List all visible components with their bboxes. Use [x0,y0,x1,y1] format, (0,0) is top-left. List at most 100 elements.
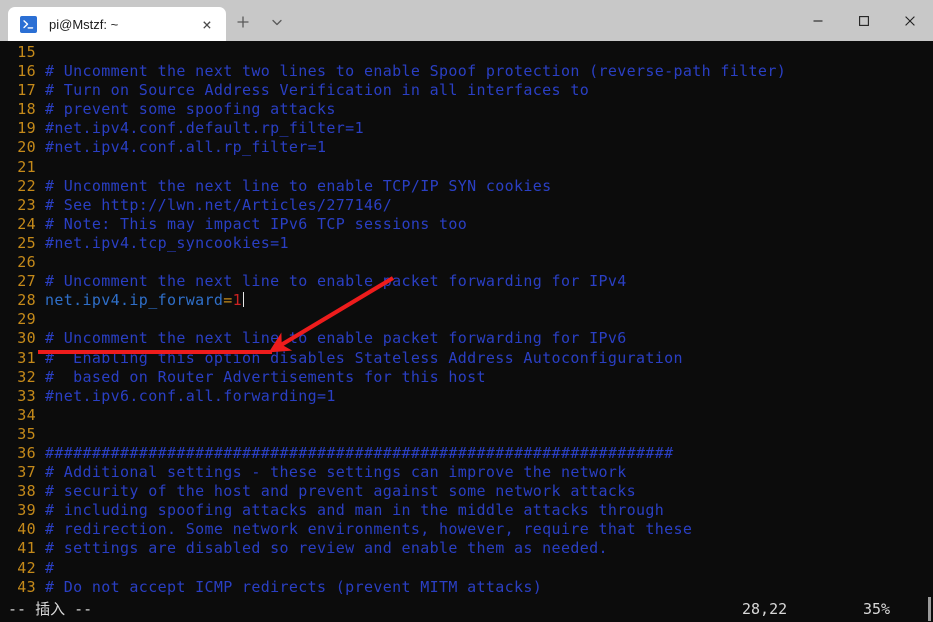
line-text: # Uncomment the next two lines to enable… [45,62,787,81]
line-number: 17 [17,81,36,100]
line-text: # Enabling this option disables Stateles… [45,348,683,367]
editor-line: 34 [0,406,933,425]
editor-line: 18 # prevent some spoofing attacks [0,100,933,119]
line-text: ########################################… [45,443,674,462]
minimize-button[interactable] [795,0,841,41]
terminal-scrollbar-thumb[interactable] [928,597,931,621]
line-number: 36 [17,443,36,462]
text-cursor [243,292,245,308]
line-number: 37 [17,463,36,482]
close-tab-icon[interactable]: × [194,11,220,37]
line-number: 22 [17,176,36,195]
editor-line: 31 # Enabling this option disables Statel… [0,349,933,368]
plus-icon [237,16,249,28]
tab-title: pi@Mstzf: ~ [49,16,119,32]
vim-mode-indicator: -- 插入 -- [8,600,93,618]
vim-status-bar: -- 插入 -- 28,22 35% [0,596,933,622]
editor-line: 24 # Note: This may impact IPv6 TCP sessi… [0,215,933,234]
line-text: #net.ipv6.conf.all.forwarding=1 [45,386,336,405]
chevron-down-icon [272,19,282,26]
editor-line: 16 # Uncomment the next two lines to enab… [0,62,933,81]
line-number: 39 [17,501,36,520]
editor-line: 30 # Uncomment the next line to enable pa… [0,329,933,348]
editor-line: 23 # See http://lwn.net/Articles/277146/ [0,196,933,215]
line-number: 29 [17,310,36,329]
line-text: # Uncomment the next line to enable TCP/… [45,176,552,195]
terminal-prompt-icon [20,15,37,33]
terminal-tab[interactable]: pi@Mstzf: ~ × [8,7,226,41]
line-number: 16 [17,62,36,81]
editor-line: 26 [0,253,933,272]
editor-line: 25 #net.ipv4.tcp_syncookies=1 [0,234,933,253]
editor-line: 37 # Additional settings - these settings… [0,463,933,482]
line-number: 26 [17,253,36,272]
line-number: 32 [17,367,36,386]
line-text: # Do not accept ICMP redirects (prevent … [45,577,543,596]
minimize-icon [813,19,823,22]
line-number: 35 [17,424,36,443]
line-text: # Uncomment the next line to enable pack… [45,272,627,291]
scroll-percent-indicator: 35% [863,600,891,618]
editor-line: 40 # redirection. Some network environmen… [0,520,933,539]
line-number: 25 [17,233,36,252]
tab-strip: pi@Mstzf: ~ × [0,0,294,41]
line-text: # Turn on Source Address Verification in… [45,81,590,100]
editor-line: 36 ######################################… [0,444,933,463]
editor-line: 41 # settings are disabled so review and … [0,539,933,558]
line-text: # including spoofing attacks and man in … [45,501,665,520]
editor-line: 29 [0,310,933,329]
line-number: 27 [17,272,36,291]
line-number: 34 [17,405,36,424]
line-text: # See http://lwn.net/Articles/277146/ [45,195,393,214]
line-text: net.ipv4.ip_forward [45,291,224,310]
line-number: 42 [17,558,36,577]
line-number: 20 [17,138,36,157]
line-text: # [45,558,55,577]
line-number: 24 [17,214,36,233]
line-text: # Additional settings - these settings c… [45,463,627,482]
close-window-button[interactable] [887,0,933,41]
line-text: #net.ipv4.conf.all.rp_filter=1 [45,138,327,157]
line-text: # based on Router Advertisements for thi… [45,367,486,386]
editor-line: 42 # [0,559,933,578]
line-text: # redirection. Some network environments… [45,520,693,539]
line-number: 41 [17,539,36,558]
tab-dropdown-button[interactable] [260,5,294,39]
window-titlebar: pi@Mstzf: ~ × [0,0,933,41]
line-number: 19 [17,119,36,138]
line-text: #net.ipv4.tcp_syncookies=1 [45,233,289,252]
line-text: # Note: This may impact IPv6 TCP session… [45,214,468,233]
line-number: 18 [17,100,36,119]
line-number: 23 [17,195,36,214]
line-text: # settings are disabled so review and en… [45,539,608,558]
terminal-window[interactable]: 15 16 # Uncomment the next two lines to en… [0,41,933,622]
maximize-button[interactable] [841,0,887,41]
line-number: 33 [17,386,36,405]
editor-line: 15 [0,43,933,62]
editor-line: 28 net.ipv4.ip_forward=1 [0,291,933,310]
editor-line: 21 [0,158,933,177]
editor-line: 20 #net.ipv4.conf.all.rp_filter=1 [0,138,933,157]
editor-line: 32 # based on Router Advertisements for t… [0,368,933,387]
vim-editor-buffer[interactable]: 15 16 # Uncomment the next two lines to en… [0,41,933,596]
window-controls [795,0,933,41]
editor-line: 19 #net.ipv4.conf.default.rp_filter=1 [0,119,933,138]
line-number: 15 [17,43,36,61]
line-text: # security of the host and prevent again… [45,482,636,501]
new-tab-button[interactable] [226,5,260,39]
line-number: 40 [17,520,36,539]
line-number: 38 [17,482,36,501]
line-number: 28 [17,291,36,310]
line-text: = [223,291,233,310]
line-number: 30 [17,329,36,348]
editor-line: 17 # Turn on Source Address Verification … [0,81,933,100]
line-text: 1 [232,291,243,310]
editor-line: 35 [0,425,933,444]
line-text: # prevent some spoofing attacks [45,100,336,119]
cursor-position-indicator: 28,22 [742,600,788,618]
line-number: 21 [17,157,36,176]
editor-line: 22 # Uncomment the next line to enable TC… [0,177,933,196]
editor-line: 38 # security of the host and prevent aga… [0,482,933,501]
editor-line: 39 # including spoofing attacks and man i… [0,501,933,520]
line-text: #net.ipv4.conf.default.rp_filter=1 [45,119,364,138]
